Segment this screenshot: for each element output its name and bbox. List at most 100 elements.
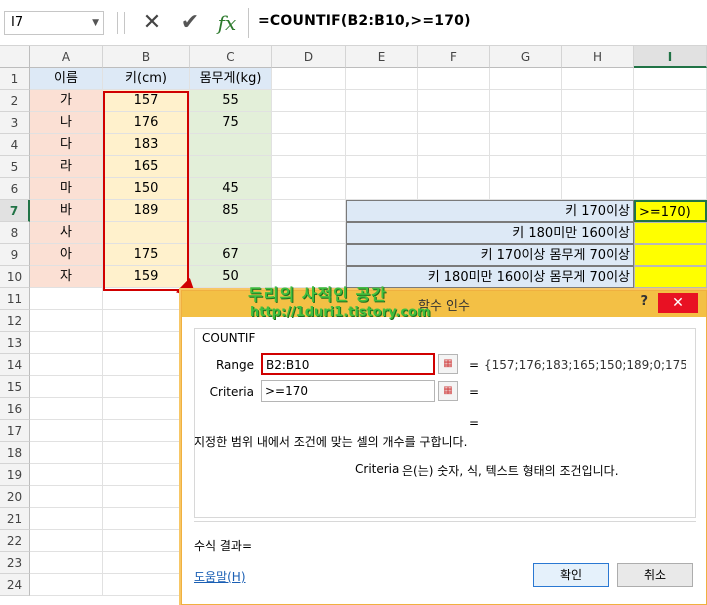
ok-button[interactable]: 확인: [533, 563, 609, 587]
row-header-8[interactable]: 8: [0, 222, 30, 244]
criteria-label-cell[interactable]: 키 180미만 160이상: [346, 222, 634, 244]
enter-icon[interactable]: ✔: [177, 10, 203, 36]
cancel-icon[interactable]: ✕: [139, 10, 165, 36]
row-header-23[interactable]: 23: [0, 552, 30, 574]
cell[interactable]: [346, 68, 418, 90]
cell[interactable]: [418, 68, 490, 90]
formula-input[interactable]: =COUNTIF(B2:B10,>=170): [258, 13, 471, 29]
cell[interactable]: [103, 552, 190, 574]
row-header-14[interactable]: 14: [0, 354, 30, 376]
name-cell[interactable]: 마: [30, 178, 103, 200]
row-header-22[interactable]: 22: [0, 530, 30, 552]
name-cell[interactable]: 다: [30, 134, 103, 156]
help-link[interactable]: 도움말(H): [194, 568, 246, 585]
row-header-3[interactable]: 3: [0, 112, 30, 134]
cell[interactable]: [272, 112, 346, 134]
cell[interactable]: [490, 112, 562, 134]
cell[interactable]: [272, 200, 346, 222]
cell[interactable]: [30, 442, 103, 464]
cell[interactable]: [490, 68, 562, 90]
cell[interactable]: [30, 288, 103, 310]
cell[interactable]: [272, 90, 346, 112]
cell[interactable]: [30, 376, 103, 398]
select-all-corner[interactable]: [0, 46, 30, 68]
cell[interactable]: [418, 156, 490, 178]
row-header-7[interactable]: 7: [0, 200, 30, 222]
cell[interactable]: [103, 376, 190, 398]
column-header-e[interactable]: E: [346, 46, 418, 68]
cell[interactable]: [562, 68, 634, 90]
cell[interactable]: [272, 244, 346, 266]
column-header-f[interactable]: F: [418, 46, 490, 68]
row-header-15[interactable]: 15: [0, 376, 30, 398]
column-header-c[interactable]: C: [190, 46, 272, 68]
criteria-label-cell[interactable]: 키 170이상 몸무게 70이상: [346, 244, 634, 266]
cell[interactable]: [634, 68, 707, 90]
weight-cell[interactable]: 67: [190, 244, 272, 266]
cell[interactable]: [634, 134, 707, 156]
cell[interactable]: [418, 178, 490, 200]
row-header-16[interactable]: 16: [0, 398, 30, 420]
cell[interactable]: [346, 90, 418, 112]
cell[interactable]: [346, 156, 418, 178]
name-cell[interactable]: 바: [30, 200, 103, 222]
cell[interactable]: [30, 486, 103, 508]
weight-cell[interactable]: 85: [190, 200, 272, 222]
cell[interactable]: [103, 332, 190, 354]
chevron-down-icon[interactable]: ▼: [92, 12, 99, 34]
cell[interactable]: [30, 464, 103, 486]
cell[interactable]: [418, 134, 490, 156]
cell[interactable]: [272, 222, 346, 244]
cell[interactable]: [272, 156, 346, 178]
cell[interactable]: [490, 178, 562, 200]
cell[interactable]: [103, 464, 190, 486]
row-header-6[interactable]: 6: [0, 178, 30, 200]
row-header-10[interactable]: 10: [0, 266, 30, 288]
name-cell[interactable]: 자: [30, 266, 103, 288]
cell[interactable]: [30, 420, 103, 442]
cell[interactable]: [634, 178, 707, 200]
row-header-21[interactable]: 21: [0, 508, 30, 530]
cell[interactable]: [30, 398, 103, 420]
header-cell[interactable]: 몸무게(kg): [190, 68, 272, 90]
row-header-19[interactable]: 19: [0, 464, 30, 486]
criteria-label-cell[interactable]: 키 180미만 160이상 몸무게 70이상: [346, 266, 634, 288]
cell[interactable]: [103, 508, 190, 530]
help-question-icon[interactable]: ?: [640, 294, 648, 309]
cancel-button[interactable]: 취소: [617, 563, 693, 587]
header-cell[interactable]: 키(cm): [103, 68, 190, 90]
cell[interactable]: [103, 288, 190, 310]
weight-cell[interactable]: [190, 134, 272, 156]
column-header-g[interactable]: G: [490, 46, 562, 68]
cell[interactable]: [634, 90, 707, 112]
row-header-9[interactable]: 9: [0, 244, 30, 266]
cell[interactable]: [346, 178, 418, 200]
cell[interactable]: [103, 398, 190, 420]
cell[interactable]: [272, 178, 346, 200]
cell[interactable]: [490, 156, 562, 178]
insert-function-icon[interactable]: fx: [214, 10, 240, 36]
name-cell[interactable]: 아: [30, 244, 103, 266]
row-header-1[interactable]: 1: [0, 68, 30, 90]
row-header-17[interactable]: 17: [0, 420, 30, 442]
criteria-result-cell[interactable]: [634, 244, 707, 266]
header-cell[interactable]: 이름: [30, 68, 103, 90]
cell[interactable]: [103, 574, 190, 596]
row-header-18[interactable]: 18: [0, 442, 30, 464]
active-cell-i7[interactable]: >=170): [634, 200, 707, 222]
column-header-h[interactable]: H: [562, 46, 634, 68]
cell[interactable]: [30, 310, 103, 332]
cell[interactable]: [634, 112, 707, 134]
cell[interactable]: [30, 508, 103, 530]
cell[interactable]: [30, 574, 103, 596]
range-collapse-icon[interactable]: ▦: [438, 354, 458, 374]
weight-cell[interactable]: 75: [190, 112, 272, 134]
weight-cell[interactable]: 55: [190, 90, 272, 112]
cell[interactable]: [103, 420, 190, 442]
cell[interactable]: [562, 112, 634, 134]
row-header-20[interactable]: 20: [0, 486, 30, 508]
cell[interactable]: [634, 156, 707, 178]
criteria-input[interactable]: >=170: [261, 380, 435, 402]
column-header-d[interactable]: D: [272, 46, 346, 68]
cell[interactable]: [490, 90, 562, 112]
